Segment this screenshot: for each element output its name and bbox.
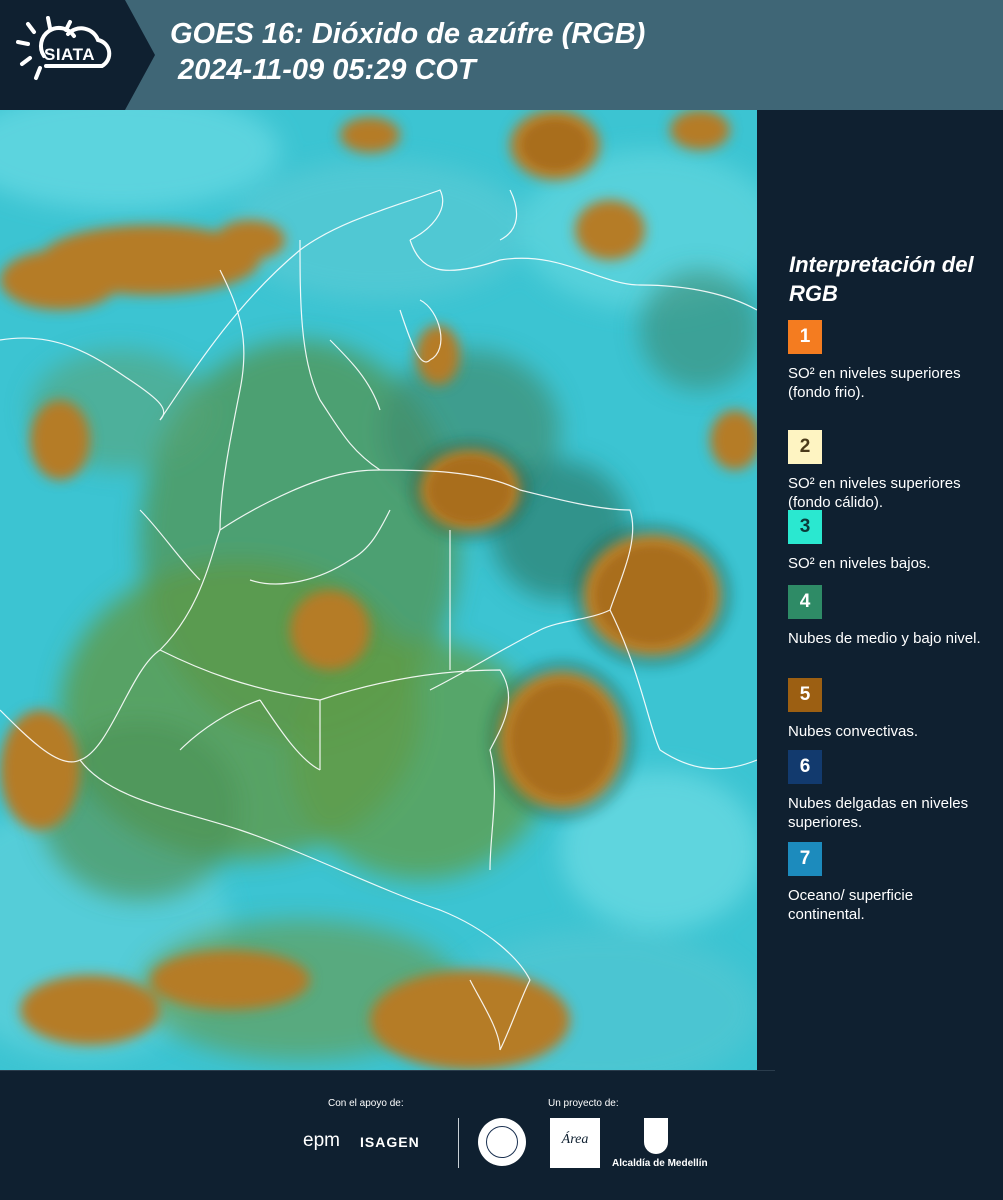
legend-swatch: 1: [788, 320, 822, 354]
legend-label: SO² en niveles superiores (fondo frio).: [788, 365, 961, 401]
legend-item: 5 Nubes convectivas.: [788, 678, 988, 741]
legend-swatch: 3: [788, 510, 822, 544]
alcaldia-shield-icon: [644, 1118, 668, 1154]
legend-swatch: 6: [788, 750, 822, 784]
legend-swatch: 5: [788, 678, 822, 712]
legend-item: 4 Nubes de medio y bajo nivel.: [788, 585, 988, 648]
satellite-image: [0, 110, 757, 1070]
legend-item: 1 SO² en niveles superiores (fondo frio).: [788, 320, 988, 402]
satellite-map: [0, 110, 757, 1070]
epm-logo: epm: [303, 1130, 340, 1151]
legend-swatch: 4: [788, 585, 822, 619]
title-line-1: GOES 16: Dióxido de azúfre (RGB): [170, 18, 646, 50]
support-label: Con el apoyo de:: [328, 1098, 404, 1109]
medellin-seal-logo: [478, 1118, 526, 1166]
legend-swatch: 7: [788, 842, 822, 876]
isagen-logo: ISAGEN: [360, 1134, 420, 1150]
legend-item: 7 Oceano/ superficie continental.: [788, 842, 988, 924]
footer: Con el apoyo de: Un proyecto de: epm ISA…: [0, 1070, 1003, 1200]
siata-logo-text: SIATA: [44, 45, 95, 64]
legend-item: 3 SO² en niveles bajos.: [788, 510, 988, 573]
footer-divider: [0, 1070, 775, 1071]
legend-label: SO² en niveles superiores (fondo cálido)…: [788, 475, 961, 511]
siata-logo: SIATA: [0, 0, 155, 110]
legend-panel: Interpretación del RGB 1 SO² en niveles s…: [757, 110, 1003, 1070]
legend-label: Nubes de medio y bajo nivel.: [788, 630, 981, 647]
area-metropolitana-logo: Área: [550, 1118, 600, 1168]
legend-title: Interpretación del RGB: [789, 252, 974, 306]
footer-separator: [458, 1118, 459, 1168]
title-timestamp: 2024-11-09 05:29 COT: [178, 54, 476, 86]
legend-label: SO² en niveles bajos.: [788, 555, 931, 572]
legend-swatch: 2: [788, 430, 822, 464]
page-title: GOES 16: Dióxido de azúfre (RGB) 2024-11…: [170, 16, 645, 88]
legend-label: Nubes convectivas.: [788, 723, 919, 740]
legend-item: 2 SO² en niveles superiores (fondo cálido…: [788, 430, 988, 512]
alcaldia-logo: Alcaldía de Medellín: [612, 1158, 708, 1169]
project-label: Un proyecto de:: [548, 1098, 619, 1109]
legend-label: Nubes delgadas en niveles superiores.: [788, 795, 969, 831]
legend-item: 6 Nubes delgadas en niveles superiores.: [788, 750, 988, 832]
header-bar: SIATA GOES 16: Dióxido de azúfre (RGB) 2…: [0, 0, 1003, 110]
legend-label: Oceano/ superficie continental.: [788, 887, 914, 923]
